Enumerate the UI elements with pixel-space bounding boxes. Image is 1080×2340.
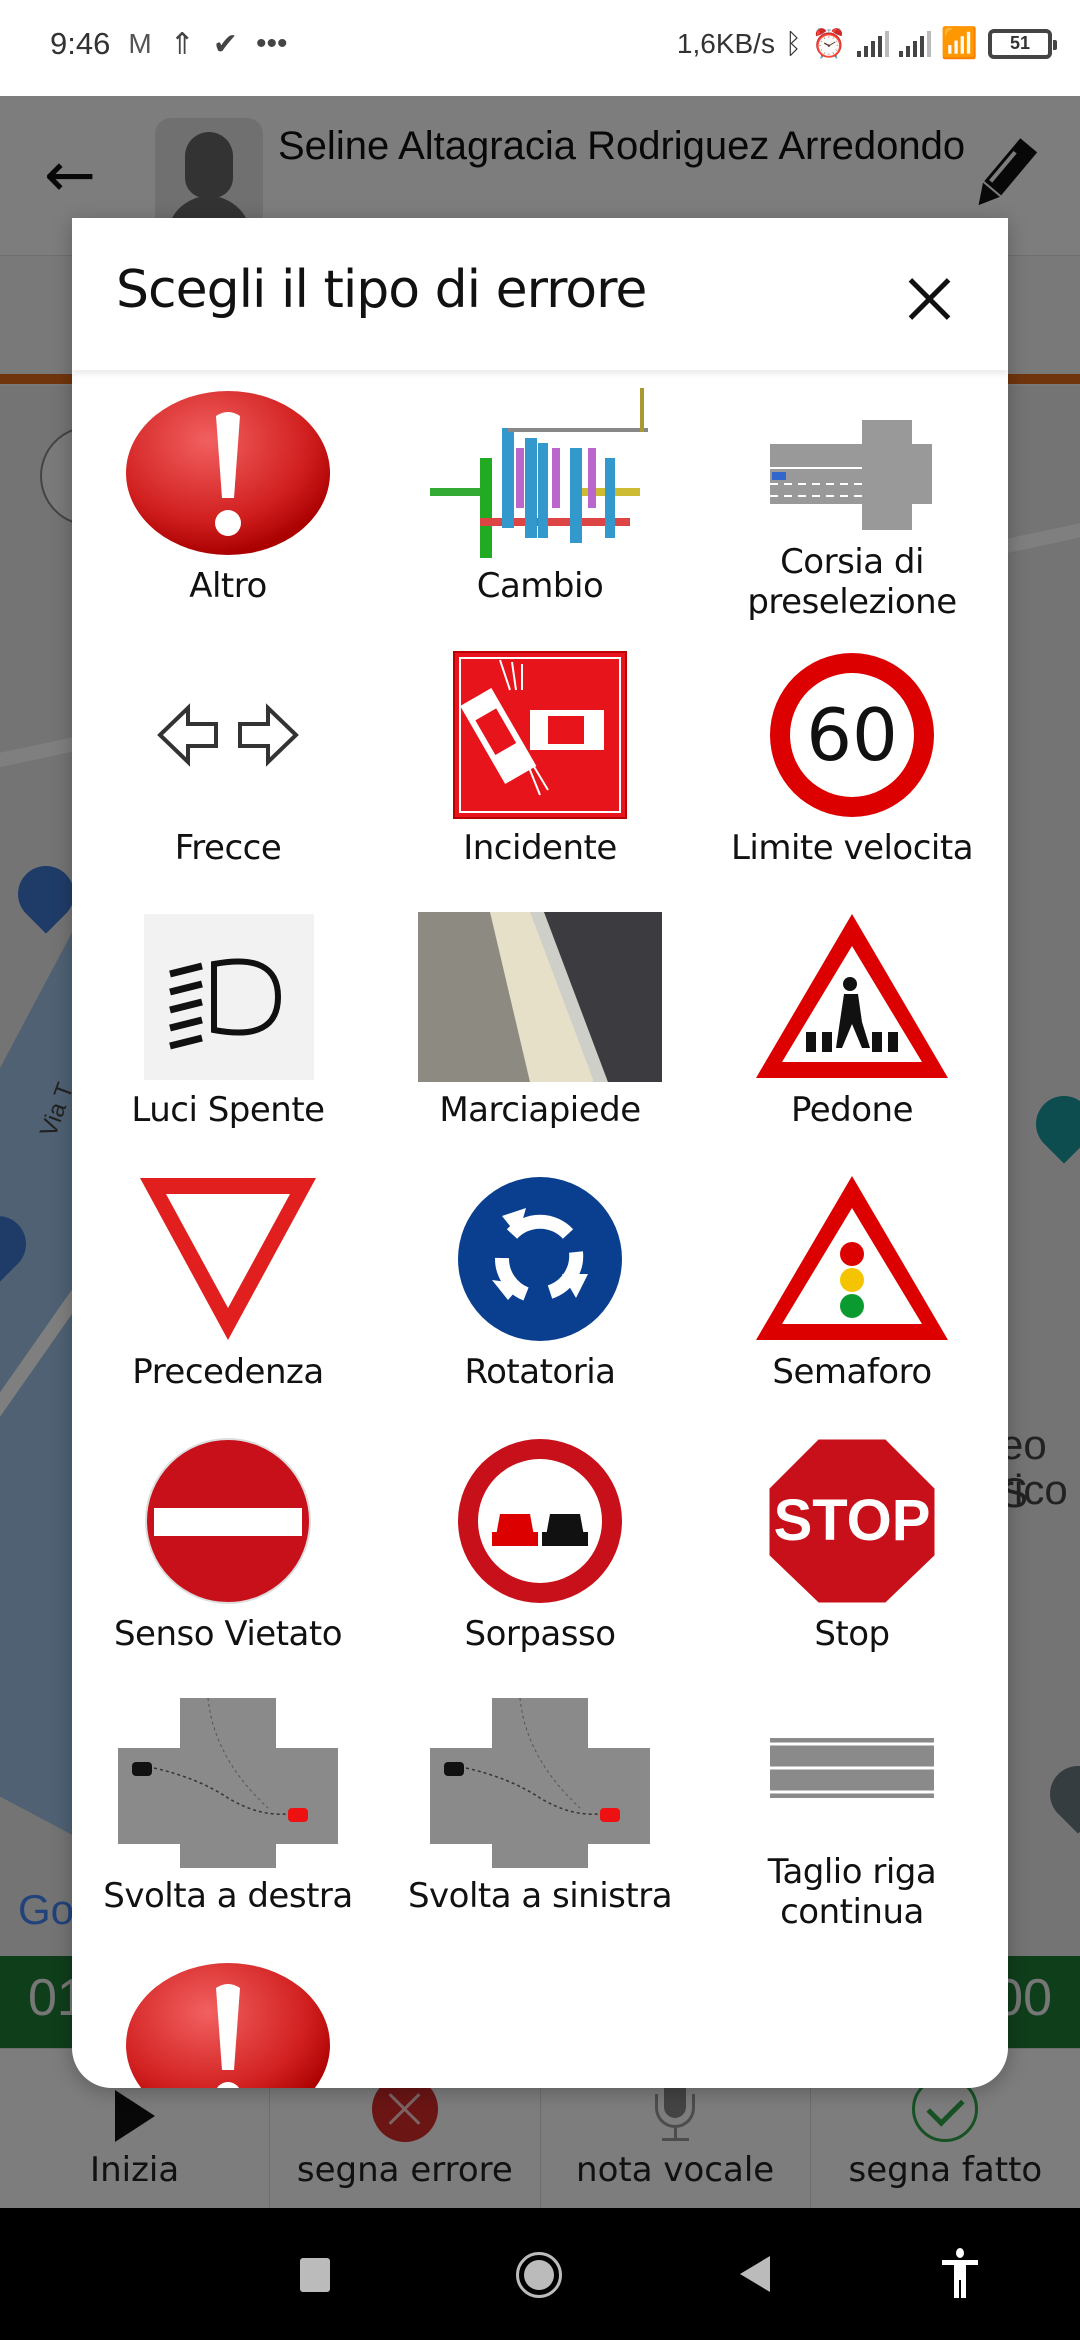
- check-app-icon: ✔: [212, 27, 238, 61]
- more-icon: •••: [255, 27, 288, 60]
- error-type-limite-velocita[interactable]: 60 Limite velocita: [696, 632, 1008, 894]
- error-type-senso-vietato[interactable]: Senso Vietato: [72, 1418, 384, 1680]
- gmail-icon: M: [128, 28, 152, 59]
- item-label: Altro: [189, 566, 267, 606]
- item-label: Svolta a destra: [103, 1876, 353, 1916]
- error-type-dialog: Scegli il tipo di errore Altro Cambio Co…: [72, 218, 1008, 2088]
- dialog-header: Scegli il tipo di errore: [72, 218, 1008, 370]
- error-type-luci-spente[interactable]: Luci Spente: [72, 894, 384, 1156]
- yield-sign-icon: [118, 1174, 338, 1344]
- wifi-icon: 📶: [940, 27, 978, 60]
- item-label: Senso Vietato: [113, 1614, 343, 1654]
- stop-sign-text: STOP: [774, 1488, 931, 1553]
- error-type-incidente[interactable]: Incidente: [384, 632, 696, 894]
- item-label: Luci Spente: [131, 1090, 325, 1130]
- item-label: Marciapiede: [439, 1090, 641, 1130]
- upload-app-icon: ⇑: [169, 27, 195, 61]
- exclamation-icon: [118, 1960, 338, 2088]
- gearbox-icon: [430, 388, 650, 558]
- error-type-frecce[interactable]: Frecce: [72, 632, 384, 894]
- item-label: Pedone: [790, 1090, 914, 1130]
- item-label: Limite velocita: [730, 828, 974, 868]
- item-label: Precedenza: [132, 1352, 324, 1392]
- signal-icon: [898, 30, 931, 57]
- item-label: Frecce: [174, 828, 282, 868]
- error-type-taglio-riga[interactable]: Taglio riga continua: [696, 1680, 1008, 1942]
- exclamation-icon: [118, 388, 338, 558]
- turn-signals-icon: [118, 650, 338, 820]
- no-overtaking-icon: [430, 1436, 650, 1606]
- close-icon[interactable]: [904, 274, 954, 324]
- error-type-precedenza[interactable]: Precedenza: [72, 1156, 384, 1418]
- item-label: Taglio riga continua: [767, 1852, 937, 1932]
- right-turn-intersection-icon: [118, 1698, 338, 1868]
- bluetooth-icon: ᛒ: [784, 27, 802, 59]
- dialog-title: Scegli il tipo di errore: [116, 260, 647, 320]
- error-type-altro[interactable]: Altro: [72, 370, 384, 632]
- lane-icon: [742, 388, 962, 558]
- error-type-svolta-sinistra[interactable]: Svolta a sinistra: [384, 1680, 696, 1942]
- error-type-sorpasso[interactable]: Sorpasso: [384, 1418, 696, 1680]
- error-type-cambio[interactable]: Cambio: [384, 370, 696, 632]
- accident-icon: [430, 650, 650, 820]
- item-label: Incidente: [463, 828, 617, 868]
- battery-level: 51: [1009, 33, 1031, 53]
- error-type-grid: Altro Cambio Corsia di preselezione Frec…: [72, 370, 1008, 2088]
- network-speed: 1,6KB/s: [676, 27, 775, 59]
- item-label: Rotatoria: [464, 1352, 616, 1392]
- status-bar: 9:46 M ⇑ ✔ ••• 1,6KB/s ᛒ ⏰ 📶 51: [0, 0, 1080, 96]
- alarm-icon: ⏰: [811, 28, 847, 59]
- item-label: Sorpasso: [464, 1614, 616, 1654]
- roundabout-icon: [430, 1174, 650, 1344]
- stop-sign-icon: STOP: [742, 1436, 962, 1606]
- error-type-svolta-destra[interactable]: Svolta a destra: [72, 1680, 384, 1942]
- error-type-corsia-preselezione[interactable]: Corsia di preselezione: [696, 370, 1008, 632]
- recents-icon[interactable]: [300, 2258, 330, 2292]
- accessibility-icon[interactable]: [940, 2248, 980, 2298]
- left-turn-intersection-icon: [430, 1698, 650, 1868]
- traffic-light-icon: [742, 1174, 962, 1344]
- status-time: 9:46: [50, 26, 111, 61]
- error-type-stop[interactable]: STOP Stop: [696, 1418, 1008, 1680]
- error-type-marciapiede[interactable]: Marciapiede: [384, 894, 696, 1156]
- error-type-rotatoria[interactable]: Rotatoria: [384, 1156, 696, 1418]
- error-type-semaforo[interactable]: Semaforo: [696, 1156, 1008, 1418]
- item-label: Cambio: [476, 566, 604, 606]
- error-type-extra[interactable]: [72, 1942, 384, 2088]
- speed-limit-icon: 60: [742, 650, 962, 820]
- item-label: Corsia di preselezione: [747, 542, 957, 622]
- home-icon[interactable]: [516, 2252, 562, 2298]
- item-label: Svolta a sinistra: [407, 1876, 673, 1916]
- speed-limit-value: 60: [806, 693, 898, 777]
- error-type-pedone[interactable]: Pedone: [696, 894, 1008, 1156]
- item-label: Semaforo: [772, 1352, 932, 1392]
- solid-line-icon: [742, 1698, 962, 1868]
- item-label: Stop: [814, 1614, 890, 1654]
- back-icon[interactable]: [740, 2256, 770, 2292]
- headlight-icon: [118, 912, 338, 1082]
- battery-icon: 51: [988, 28, 1057, 59]
- sidewalk-icon: [418, 912, 662, 1082]
- pedestrian-crossing-icon: [742, 912, 962, 1082]
- system-nav-bar: [0, 2208, 1080, 2340]
- no-entry-icon: [118, 1436, 338, 1606]
- signal-icon: [856, 30, 889, 57]
